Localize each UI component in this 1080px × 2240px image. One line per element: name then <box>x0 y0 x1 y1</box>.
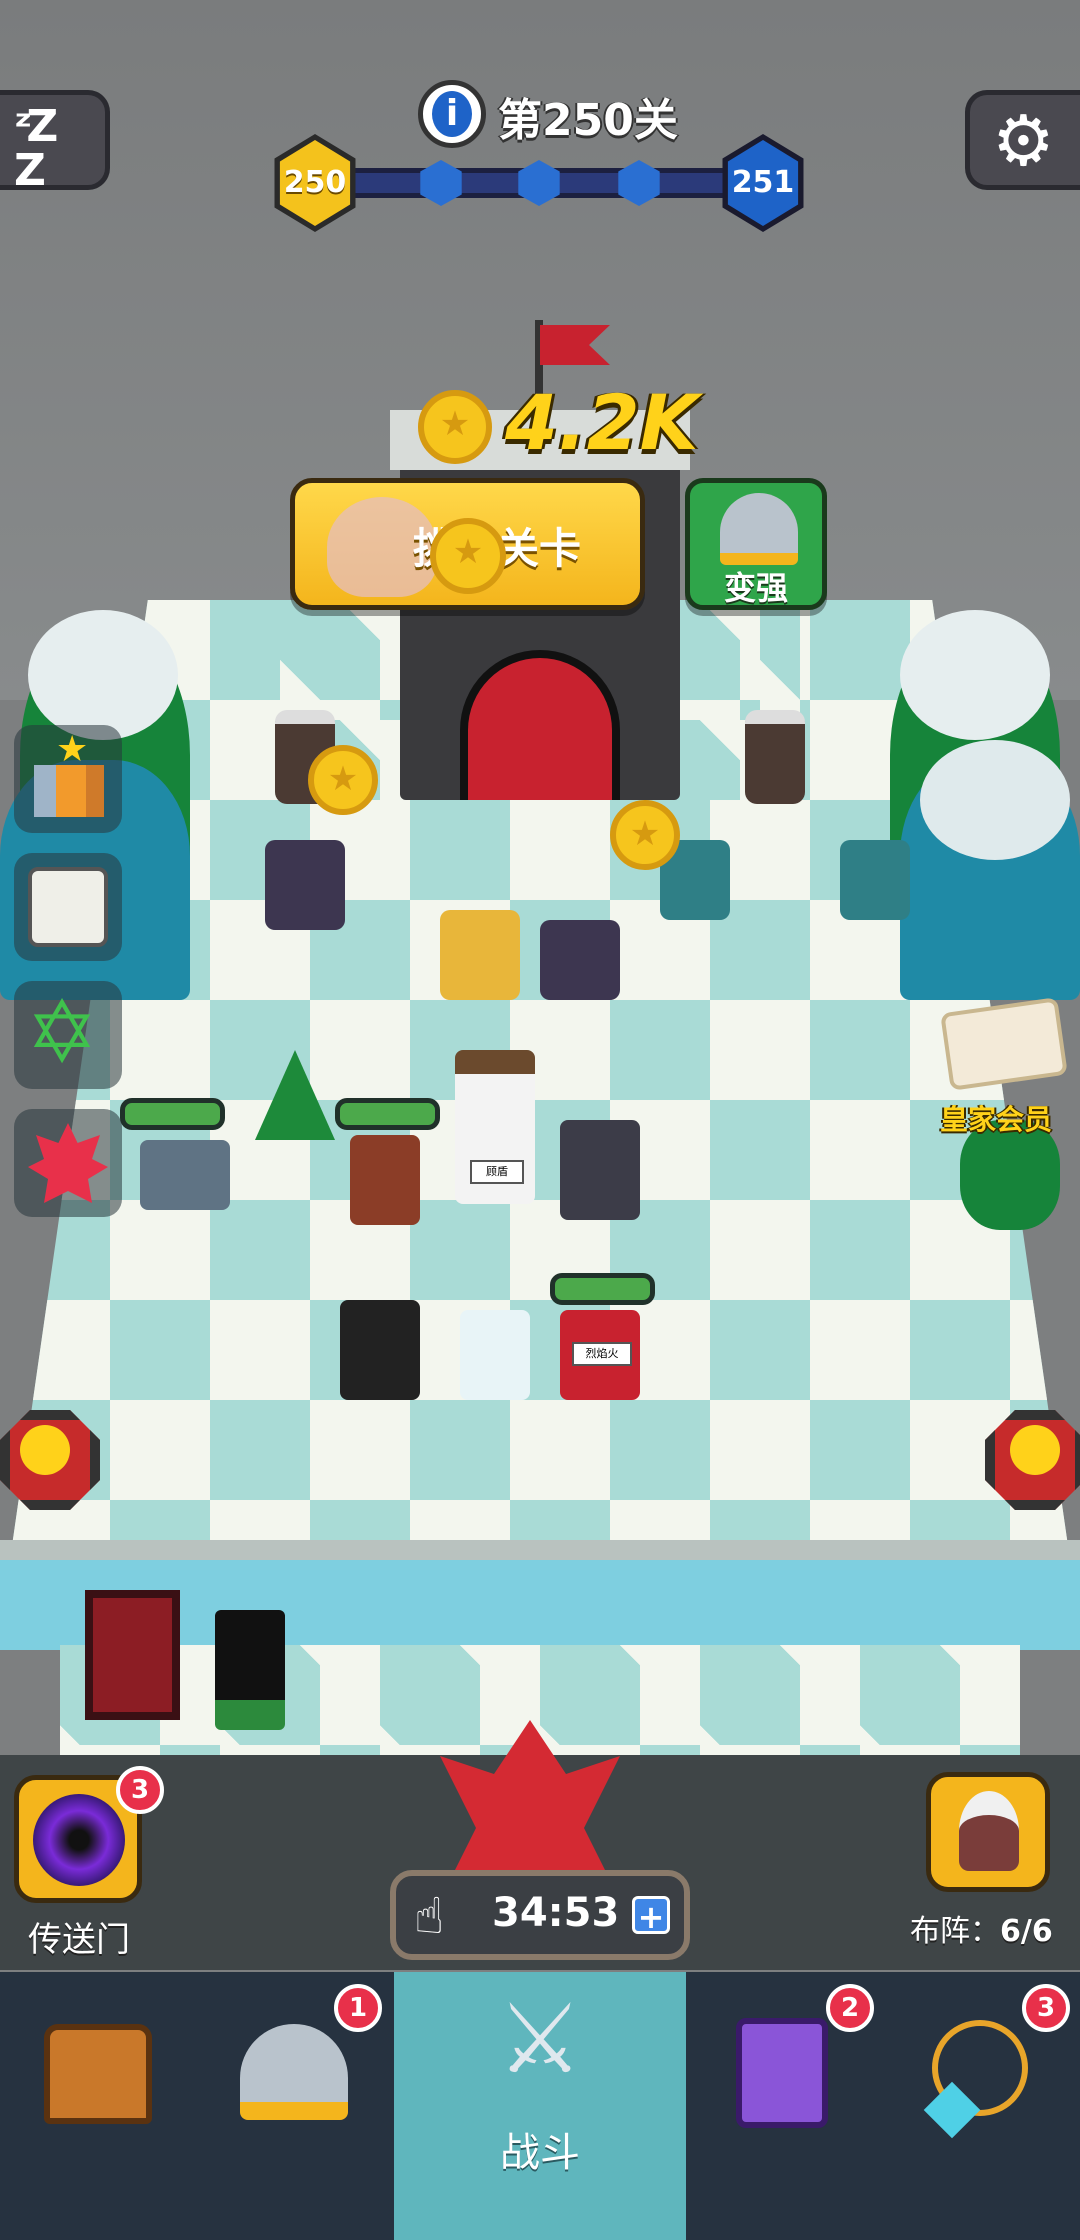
add-time-button[interactable]: + <box>632 1896 670 1935</box>
hero-name-label: 烈焰火 <box>572 1342 632 1366</box>
viking-helmet-icon <box>720 493 798 565</box>
timer-panel: ☝ 34:53 + <box>390 1870 690 1960</box>
fire-left <box>20 1425 70 1475</box>
crossed-swords-icon: ⚔ <box>496 1983 584 2095</box>
portal-badge: 3 <box>116 1766 164 1814</box>
info-button[interactable]: i <box>418 80 486 148</box>
coin-icon <box>430 518 506 594</box>
formation-star-button[interactable]: ✡ <box>14 981 122 1089</box>
tab-chest[interactable] <box>0 1972 200 2240</box>
hero-unit[interactable] <box>340 1300 420 1400</box>
health-bar <box>120 1098 225 1130</box>
royal-member-card-icon[interactable] <box>940 997 1068 1091</box>
warrior-icon <box>959 1791 1019 1871</box>
health-bar <box>335 1098 440 1130</box>
hero-unit[interactable] <box>560 1120 640 1220</box>
hero-name-label: 顾盾 <box>470 1160 524 1184</box>
bench-unit[interactable] <box>85 1590 180 1720</box>
treasure-chest-icon <box>44 2024 152 2124</box>
ranking-button[interactable]: ★ <box>14 725 122 833</box>
health-bar <box>550 1273 655 1305</box>
gear-icon: ⚙ <box>992 100 1055 182</box>
coin-icon[interactable] <box>610 800 680 870</box>
coin-icon[interactable] <box>308 745 378 815</box>
portal-label: 传送门 <box>28 1920 130 1960</box>
maple-leaf-button[interactable] <box>14 1109 122 1217</box>
tab-spellbook[interactable]: 2 <box>686 1972 888 2240</box>
snow-cap-right <box>900 610 1050 740</box>
formation-label-text: 布阵： <box>910 1914 1000 1949</box>
castle-door <box>460 650 620 800</box>
sleep-zzz-icon: ᶻZ Z <box>14 101 58 196</box>
tab-heroes[interactable]: 1 <box>196 1972 398 2240</box>
timer-value: 34:53 <box>492 1890 620 1936</box>
tap-hand-icon: ☝ <box>414 1887 445 1945</box>
enemy-unit[interactable] <box>540 920 620 1000</box>
portal-vortex-icon <box>33 1794 125 1886</box>
fire-right <box>1010 1425 1060 1475</box>
formation-label: 布阵：6/6 <box>910 1906 1053 1950</box>
ranking-icon <box>34 765 104 817</box>
tab-amulet[interactable]: 3 <box>884 1972 1080 2240</box>
settings-button[interactable]: ⚙ <box>965 90 1080 190</box>
hero-unit[interactable] <box>140 1140 230 1210</box>
tab-battle-label: 战斗 <box>500 2130 580 2176</box>
upgrade-label: 变强 <box>723 569 788 607</box>
reward-amount: 4.2K <box>505 378 699 467</box>
upgrade-button[interactable]: 变强 <box>685 478 827 610</box>
level-title: 第250关 <box>498 95 678 146</box>
viking-helmet-icon <box>240 2024 348 2120</box>
star-icon: ★ <box>56 729 89 770</box>
snow-cap-right-front <box>920 740 1070 860</box>
info-icon: i <box>432 91 472 137</box>
tab-badge: 3 <box>1022 1984 1070 2032</box>
enemy-unit[interactable] <box>840 840 910 920</box>
hexagram-icon: ✡ <box>26 983 99 1083</box>
formation-button[interactable] <box>926 1772 1050 1892</box>
tab-badge: 1 <box>334 1984 382 2032</box>
coin-icon <box>418 390 492 464</box>
game-scene: 顾盾 烈焰火 <box>0 0 1080 1970</box>
scroll-icon <box>28 867 108 947</box>
quest-scroll-button[interactable] <box>14 853 122 961</box>
tab-badge: 2 <box>826 1984 874 2032</box>
enemy-unit[interactable] <box>265 840 345 930</box>
spellbook-icon <box>736 2018 828 2128</box>
maple-leaf-icon <box>28 1123 108 1203</box>
formation-count: 6/6 <box>1000 1914 1053 1949</box>
bench-unit[interactable] <box>215 1610 285 1730</box>
snow-cap-left <box>28 610 178 740</box>
castle <box>390 410 690 800</box>
sleep-button[interactable]: ᶻZ Z <box>0 90 110 196</box>
hero-unit[interactable] <box>350 1135 420 1225</box>
barrel-right <box>745 710 805 804</box>
enemy-unit[interactable] <box>440 910 520 1000</box>
royal-member-label[interactable]: 皇家会员 <box>940 1098 1052 1138</box>
hero-unit[interactable] <box>460 1310 530 1400</box>
tab-battle[interactable]: ⚔ 战斗 <box>394 1972 690 2240</box>
